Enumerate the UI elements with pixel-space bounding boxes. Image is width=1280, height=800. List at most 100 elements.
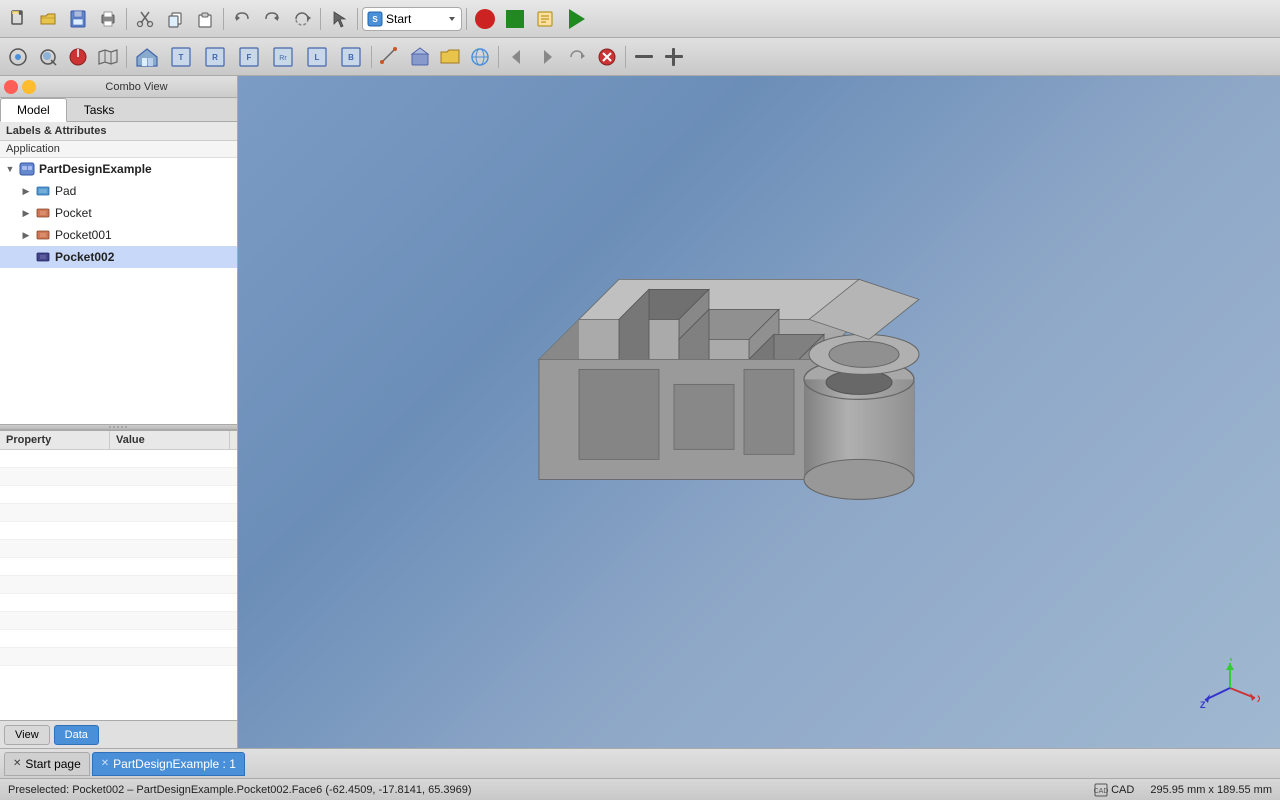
svg-text:Rr: Rr — [279, 55, 287, 62]
sep9 — [625, 46, 626, 68]
sep5 — [466, 8, 467, 30]
sep8 — [498, 46, 499, 68]
tree-arrow-pocket: ▶ — [18, 208, 34, 219]
svg-text:S: S — [372, 15, 378, 24]
stop-macro-button[interactable] — [501, 5, 529, 33]
run-macro-button[interactable] — [561, 5, 589, 33]
sep2 — [223, 8, 224, 30]
nav-back-button[interactable] — [503, 43, 531, 71]
prop-row — [0, 486, 237, 504]
zoom-in-button[interactable] — [630, 43, 658, 71]
tab-view[interactable]: View — [4, 725, 50, 745]
tree-icon-pad — [34, 182, 52, 200]
prop-row — [0, 450, 237, 468]
view-left-button[interactable]: L — [301, 41, 333, 73]
fit-selection-button[interactable] — [34, 43, 62, 71]
tree-icon-pocket — [34, 204, 52, 222]
stereo-button[interactable] — [94, 43, 122, 71]
tree-item-pocket001[interactable]: ▶ Pocket001 — [0, 224, 237, 246]
status-text: Preselected: Pocket002 – PartDesignExamp… — [8, 784, 1094, 796]
status-bar: Preselected: Pocket002 – PartDesignExamp… — [0, 778, 1280, 800]
tab-part-design[interactable]: ✕ PartDesignExample : 1 — [92, 752, 245, 776]
sep4 — [357, 8, 358, 30]
print-button[interactable] — [94, 5, 122, 33]
left-bottom-tabs: View Data — [0, 720, 237, 748]
copy-button[interactable] — [161, 5, 189, 33]
open-folder-button[interactable] — [436, 43, 464, 71]
svg-text:Y: Y — [1228, 658, 1234, 663]
workbench-selector[interactable]: S Start — [362, 7, 462, 31]
tree-item-root[interactable]: ▼ PartDesignExample — [0, 158, 237, 180]
prop-row — [0, 630, 237, 648]
tree-item-pocket[interactable]: ▶ Pocket — [0, 202, 237, 224]
measure-button[interactable] — [376, 43, 404, 71]
model-tasks-tabs: Model Tasks — [0, 98, 237, 122]
prop-row — [0, 576, 237, 594]
tab-model[interactable]: Model — [0, 98, 67, 122]
prop-row — [0, 504, 237, 522]
view-front-button[interactable]: F — [233, 41, 265, 73]
web-browser-button[interactable] — [466, 43, 494, 71]
redo-button[interactable] — [258, 5, 286, 33]
nav-stop-button[interactable] — [593, 43, 621, 71]
view-bottom-button[interactable]: B — [335, 41, 367, 73]
combo-minimize-button[interactable] — [22, 80, 36, 94]
undo-button[interactable] — [228, 5, 256, 33]
open-button[interactable] — [34, 5, 62, 33]
tree-arrow-pad: ▶ — [18, 186, 34, 197]
prop-row — [0, 648, 237, 666]
fit-all-button[interactable] — [4, 43, 32, 71]
cut-button[interactable] — [131, 5, 159, 33]
labels-header: Labels & Attributes — [0, 122, 237, 141]
part-design-button[interactable] — [406, 43, 434, 71]
tab-tasks[interactable]: Tasks — [67, 98, 132, 121]
prop-row — [0, 522, 237, 540]
workbench-label: Start — [386, 12, 447, 26]
save-button[interactable] — [64, 5, 92, 33]
tab-label-part: PartDesignExample : 1 — [113, 757, 236, 771]
properties-panel: Property Value — [0, 430, 237, 720]
draw-style-button[interactable] — [64, 43, 92, 71]
tree-item-pocket002[interactable]: ▶ Pocket002 — [0, 246, 237, 268]
nav-refresh-button[interactable] — [563, 43, 591, 71]
tree-container: ▼ PartDesignExample ▶ Pad ▶ — [0, 158, 237, 268]
combo-close-button[interactable] — [4, 80, 18, 94]
tree-item-pad[interactable]: ▶ Pad — [0, 180, 237, 202]
new-button[interactable] — [4, 5, 32, 33]
zoom-out-button[interactable] — [660, 43, 688, 71]
view-right-button[interactable]: R — [199, 41, 231, 73]
labels-panel: Labels & Attributes Application ▼ PartDe… — [0, 122, 237, 424]
view-rear-button[interactable]: Rr — [267, 41, 299, 73]
status-right: CAD CAD 295.95 mm x 189.55 mm — [1094, 783, 1272, 797]
cad-label: CAD — [1111, 784, 1134, 796]
sep1 — [126, 8, 127, 30]
status-dimensions: 295.95 mm x 189.55 mm — [1150, 784, 1272, 796]
view-top-button[interactable]: T — [165, 41, 197, 73]
3d-part — [479, 199, 1039, 642]
nav-forward-button[interactable] — [533, 43, 561, 71]
viewport-tabs-bar: ✕ Start page ✕ PartDesignExample : 1 — [0, 748, 1280, 778]
properties-body — [0, 450, 237, 720]
combo-view-title: Combo View — [40, 81, 233, 93]
tab-start-page[interactable]: ✕ Start page — [4, 752, 90, 776]
tab-close-part[interactable]: ✕ — [101, 758, 109, 769]
toolbar-top: S Start — [0, 0, 1280, 38]
paste-button[interactable] — [191, 5, 219, 33]
record-macro-button[interactable] — [471, 5, 499, 33]
pointer-button[interactable] — [325, 5, 353, 33]
prop-row — [0, 468, 237, 486]
refresh-button[interactable] — [288, 5, 316, 33]
properties-header: Property Value — [0, 431, 237, 450]
svg-text:R: R — [212, 53, 218, 62]
macro-editor-button[interactable] — [531, 5, 559, 33]
combo-view-header: Combo View — [0, 76, 237, 98]
tree-label-pocket002: Pocket002 — [55, 250, 114, 264]
tree-label-pad: Pad — [55, 184, 76, 198]
sep3 — [320, 8, 321, 30]
tree-icon-root — [18, 160, 36, 178]
tab-data[interactable]: Data — [54, 725, 99, 745]
viewport-3d[interactable]: X Y Z — [238, 76, 1280, 748]
view-home-button[interactable] — [131, 41, 163, 73]
prop-row — [0, 558, 237, 576]
tab-close-start[interactable]: ✕ — [13, 758, 21, 769]
